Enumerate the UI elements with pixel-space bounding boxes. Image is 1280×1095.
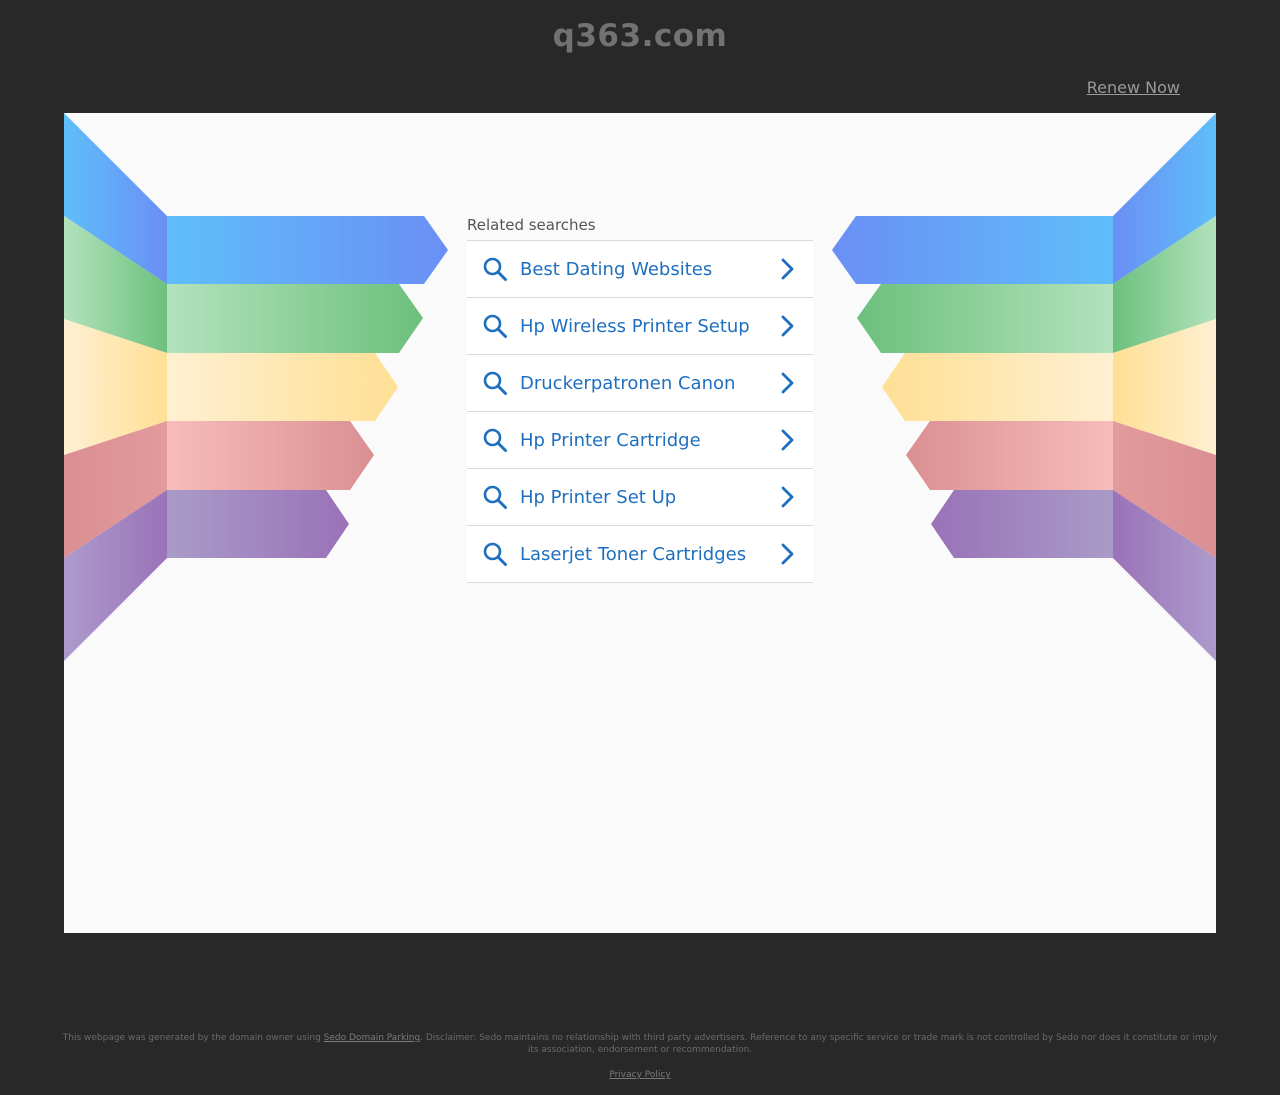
- search-icon: [483, 371, 507, 395]
- search-icon: [483, 485, 507, 509]
- left-arrow-purple: [167, 490, 349, 558]
- disclaimer-text: . Disclaimer: Sedo maintains no relation…: [420, 1033, 1218, 1055]
- disclaimer-prefix: This webpage was generated by the domain…: [62, 1033, 324, 1043]
- domain-title: q363.com: [552, 18, 728, 54]
- sedo-parking-link[interactable]: Sedo Domain Parking: [324, 1033, 420, 1043]
- search-result-label: Hp Wireless Printer Setup: [520, 315, 750, 337]
- related-searches-heading: Related searches: [467, 213, 813, 241]
- search-result-label: Druckerpatronen Canon: [520, 372, 736, 394]
- chevron-right-icon: [781, 372, 794, 394]
- search-result-link[interactable]: Best Dating Websites: [467, 241, 813, 298]
- search-result-link[interactable]: Hp Wireless Printer Setup: [467, 298, 813, 355]
- privacy-policy-link[interactable]: Privacy Policy: [609, 1070, 670, 1080]
- chevron-right-icon: [781, 315, 794, 337]
- right-arrow-yellow: [882, 353, 1113, 421]
- footer-disclaimer: This webpage was generated by the domain…: [60, 1032, 1220, 1056]
- search-result-link[interactable]: Hp Printer Set Up: [467, 469, 813, 526]
- chevron-right-icon: [781, 429, 794, 451]
- search-icon: [483, 428, 507, 452]
- search-result-link[interactable]: Druckerpatronen Canon: [467, 355, 813, 412]
- left-arrow-green: [167, 284, 423, 353]
- search-result-label: Best Dating Websites: [520, 258, 713, 280]
- parked-domain-page: q363.com Renew Now Related searches Best…: [0, 0, 1280, 1095]
- chevron-right-icon: [781, 543, 794, 565]
- chevron-right-icon: [781, 258, 794, 280]
- right-arrow-blue: [832, 216, 1113, 284]
- left-arrow-red: [167, 421, 374, 490]
- search-icon: [483, 257, 507, 281]
- related-searches: Related searches Best Dating Websites Hp…: [467, 213, 813, 583]
- search-result-label: Hp Printer Set Up: [520, 486, 677, 508]
- search-result-link[interactable]: Laserjet Toner Cartridges: [467, 526, 813, 583]
- right-arrow-green: [857, 284, 1113, 353]
- search-icon: [483, 314, 507, 338]
- search-result-label: Laserjet Toner Cartridges: [520, 543, 747, 565]
- search-result-link[interactable]: Hp Printer Cartridge: [467, 412, 813, 469]
- renew-now-link[interactable]: Renew Now: [1087, 78, 1180, 97]
- content-panel: Related searches Best Dating Websites Hp…: [64, 113, 1216, 933]
- right-arrow-red: [906, 421, 1113, 490]
- left-arrow-blue: [167, 216, 448, 284]
- chevron-right-icon: [781, 486, 794, 508]
- search-icon: [483, 542, 507, 566]
- left-arrow-yellow: [167, 353, 398, 421]
- search-result-label: Hp Printer Cartridge: [520, 429, 701, 451]
- privacy-policy-container: Privacy Policy: [0, 1070, 1280, 1080]
- right-arrow-purple: [931, 490, 1113, 558]
